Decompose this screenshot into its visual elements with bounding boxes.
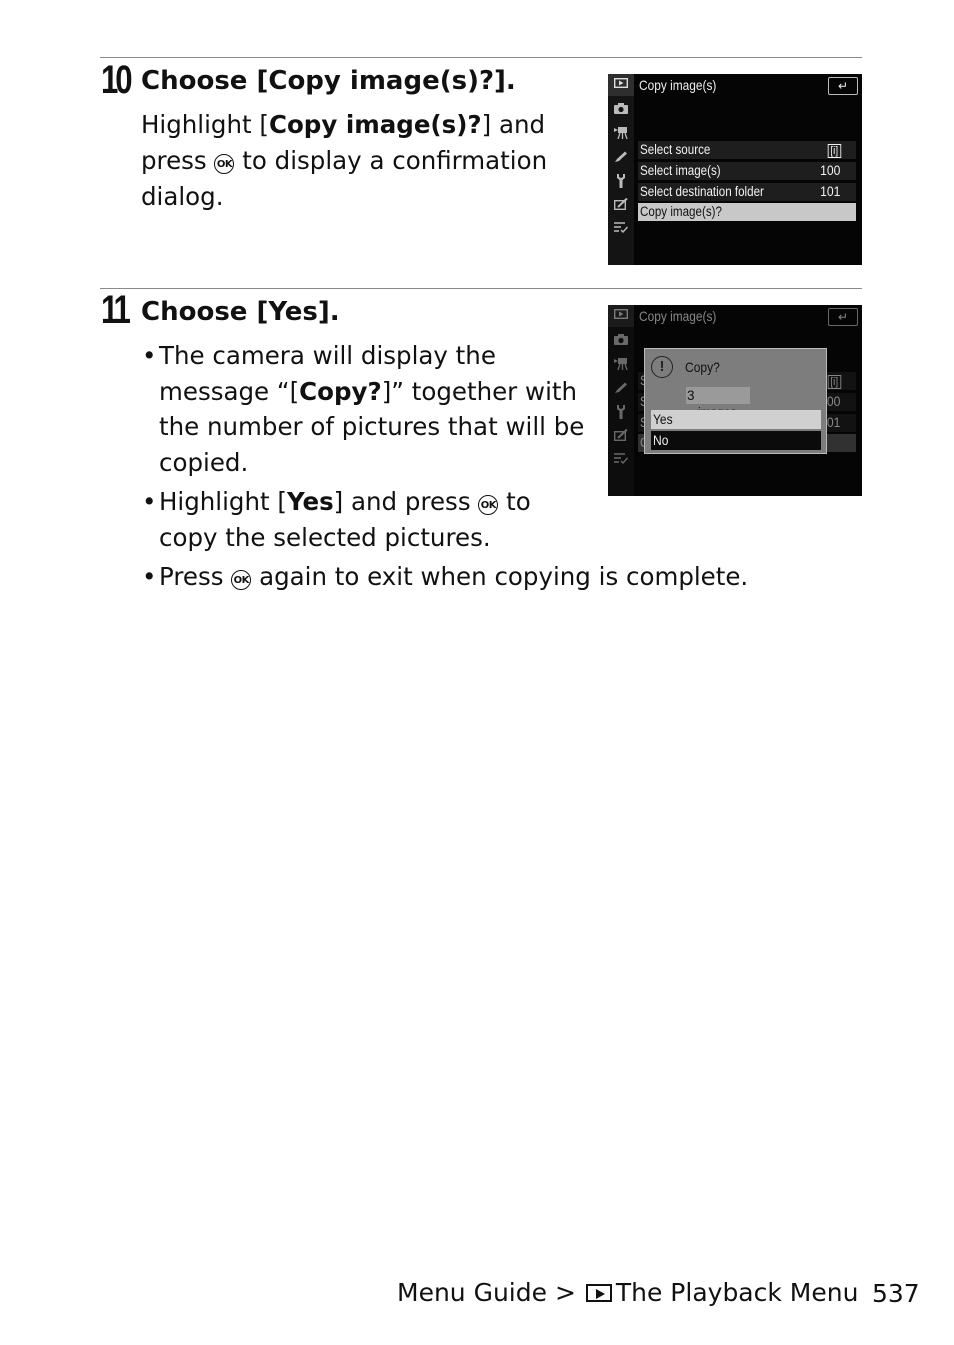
dialog-question: Copy? (685, 359, 720, 375)
ok-button-icon: OK (214, 154, 235, 174)
back-icon[interactable]: ↵ (828, 308, 858, 326)
section-divider (100, 57, 862, 58)
wrench-icon (613, 405, 629, 419)
warning-icon: ! (651, 356, 673, 378)
menu-item-select-source[interactable]: Select source [i] (638, 141, 856, 159)
section-divider (100, 288, 862, 289)
confirmation-dialog: ! Copy? 3 images Yes No (644, 348, 827, 454)
list-item: • The camera will display the message “[C… (142, 341, 585, 477)
my-menu-icon (613, 453, 629, 467)
image-count: 3 images (686, 387, 750, 420)
my-menu-icon (613, 222, 629, 236)
list-item: • Highlight [Yes] and press OK to copy th… (142, 487, 531, 552)
step-number: 11 (101, 288, 131, 332)
ok-button-icon: OK (478, 495, 499, 515)
pencil-icon (613, 382, 629, 396)
step-title: Choose [Copy image(s)?]. (141, 66, 516, 96)
step-number: 10 (101, 58, 133, 102)
menu-item-select-images[interactable]: Select image(s) 100 (638, 162, 856, 180)
menu-sidebar (608, 305, 634, 496)
playback-icon (613, 77, 629, 92)
movie-icon (613, 127, 629, 141)
playback-icon (613, 308, 629, 323)
back-icon[interactable]: ↵ (828, 77, 858, 95)
menu-sidebar (608, 74, 634, 265)
instruction-list: • The camera will display the message “[C… (140, 338, 748, 599)
wrench-icon (613, 174, 629, 188)
camera-screen-copy-menu: Copy image(s) ↵ Select source [i] Select… (608, 74, 862, 265)
breadcrumb-section[interactable]: Menu Guide > (397, 1278, 576, 1307)
no-option[interactable]: No (651, 431, 821, 450)
camera-icon (613, 103, 629, 117)
page-number: 537 (872, 1279, 920, 1308)
playback-icon (585, 1284, 612, 1302)
camera-screen-copy-confirm: Copy image(s) ↵ Select source [i] Select… (608, 305, 862, 496)
movie-icon (613, 358, 629, 372)
yes-option[interactable]: Yes (651, 410, 821, 429)
menu-item-copy-images[interactable]: Copy image(s)? (638, 203, 856, 221)
screen-title: Copy image(s) (639, 308, 717, 324)
camera-icon (613, 334, 629, 348)
pencil-icon (613, 151, 629, 165)
screen-title: Copy image(s) (639, 77, 717, 93)
retouch-icon (613, 197, 629, 212)
retouch-icon (613, 428, 629, 443)
ok-button-icon: OK (231, 570, 252, 590)
menu-item-select-destination-folder[interactable]: Select destination folder 101 (638, 183, 856, 201)
breadcrumb-menu[interactable]: The Playback Menu (616, 1278, 859, 1307)
memory-card-slot-icon: [i] (828, 144, 842, 158)
step-title: Choose [Yes]. (141, 297, 340, 327)
breadcrumb: Menu Guide > The Playback Menu (397, 1277, 858, 1309)
step-description: Highlight [Copy image(s)?] and press OK … (141, 110, 548, 211)
list-item: • Press OK again to exit when copying is … (142, 562, 749, 591)
